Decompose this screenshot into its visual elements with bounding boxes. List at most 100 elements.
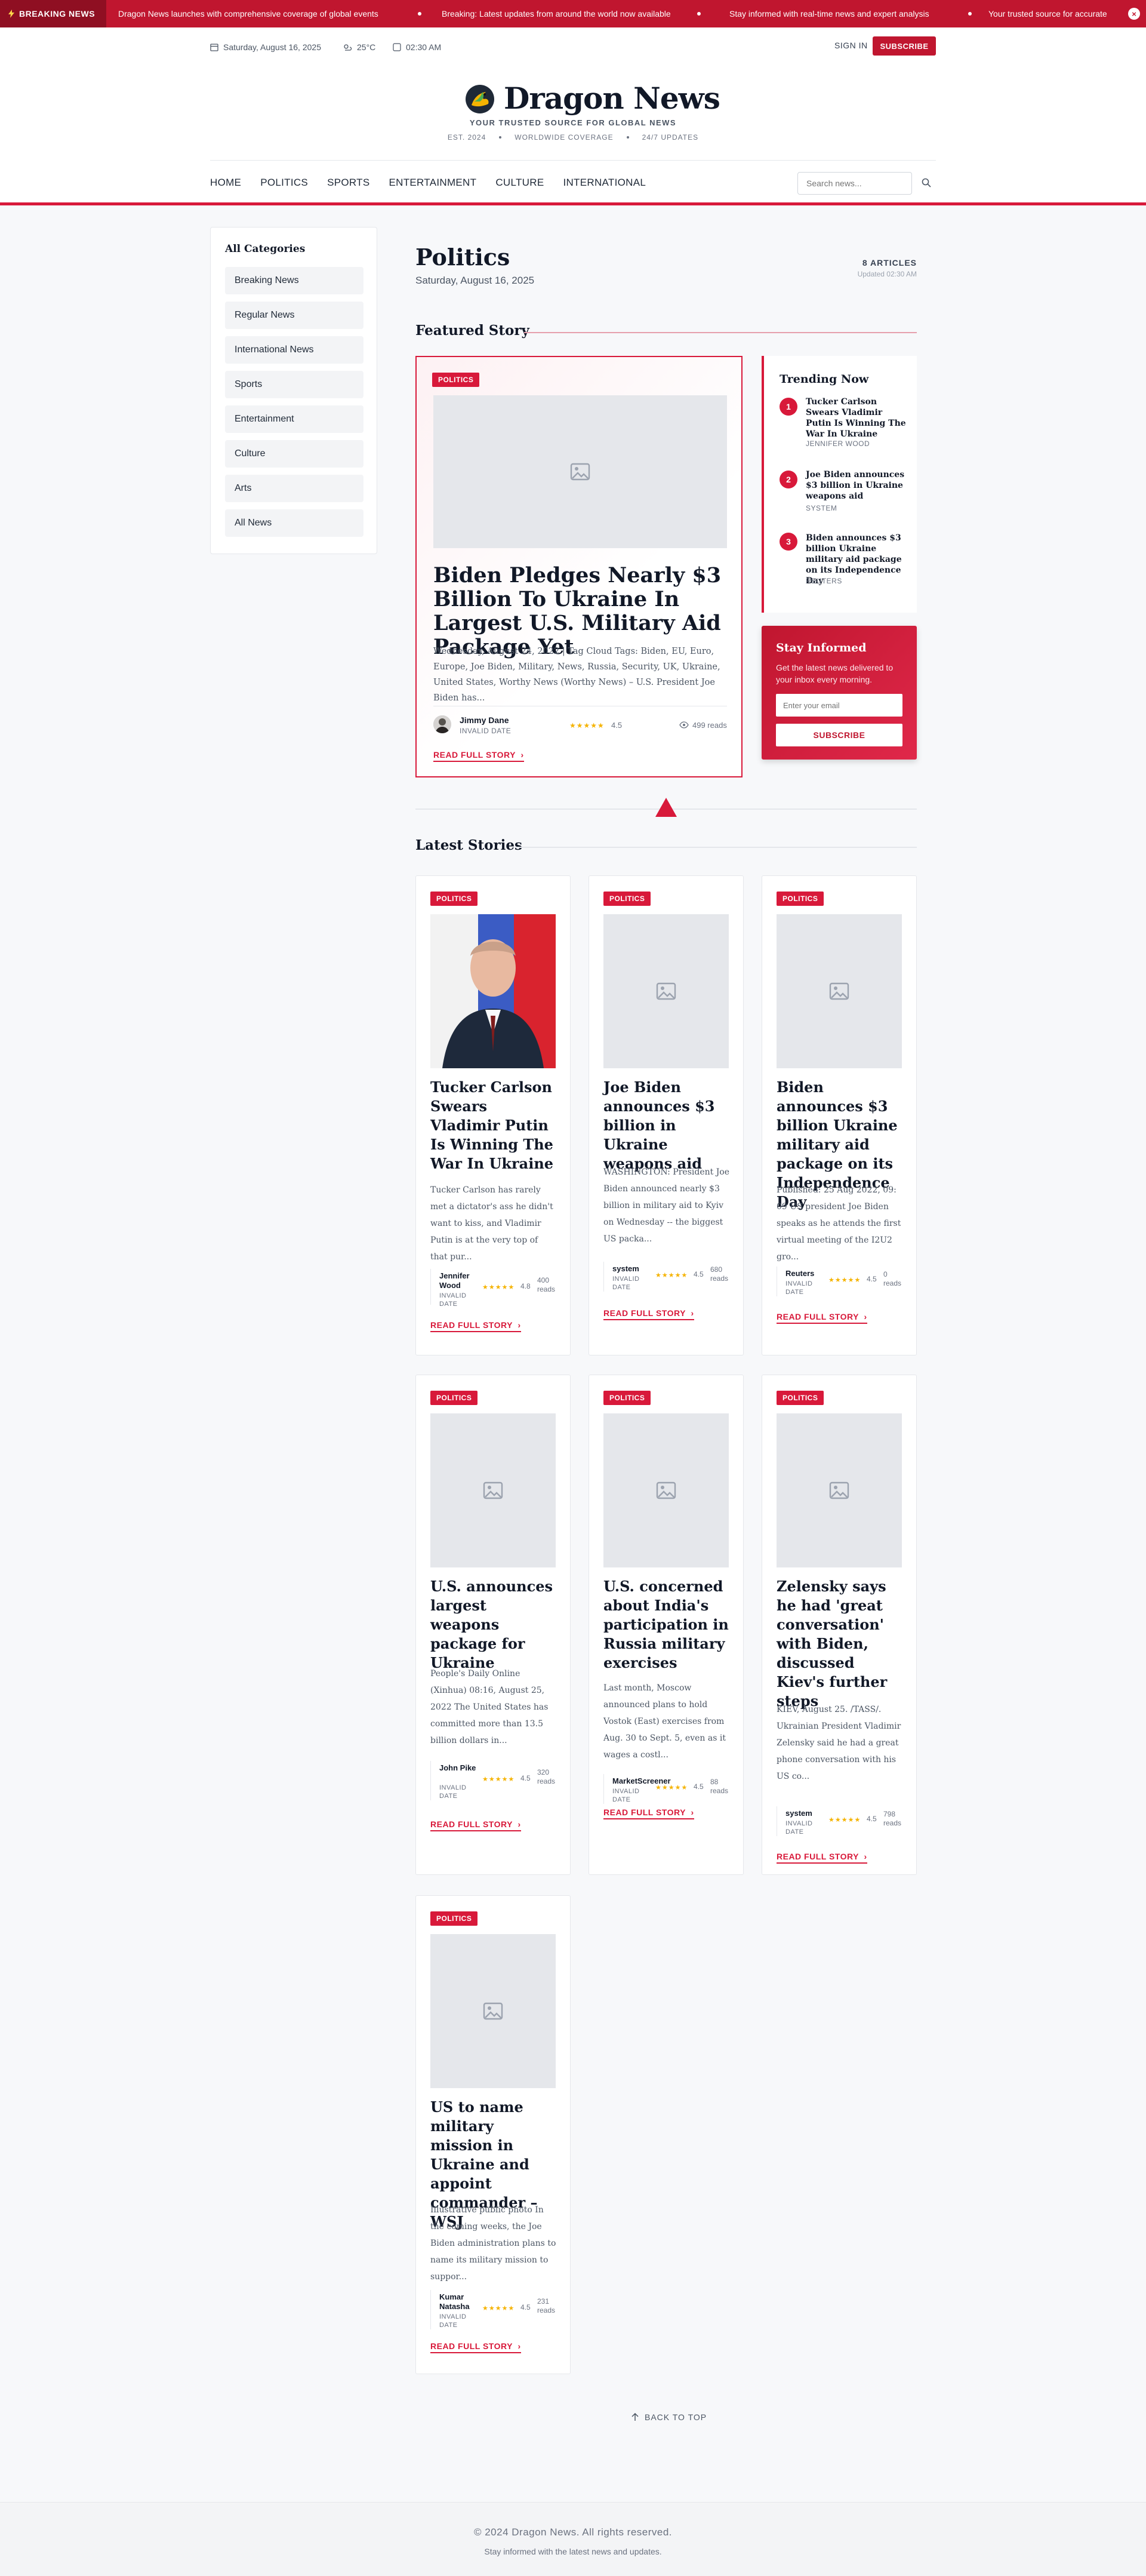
category-badge: POLITICS xyxy=(430,1911,478,1926)
read-full-story-link[interactable]: READ FULL STORY › xyxy=(430,2341,521,2353)
story-excerpt: Illustrative public photo In the coming … xyxy=(430,2205,556,2282)
story-title[interactable]: U.S. concerned about India's participati… xyxy=(603,1577,732,1673)
story-image[interactable] xyxy=(430,1413,556,1567)
read-full-story-link[interactable]: READ FULL STORY › xyxy=(430,1320,521,1332)
author-name[interactable]: Kumar Natasha xyxy=(439,2292,481,2311)
back-to-top-button[interactable]: BACK TO TOP xyxy=(631,2412,707,2422)
story-card[interactable]: POLITICS Zelensky says he had 'great conv… xyxy=(762,1375,917,1875)
trending-headline[interactable]: Joe Biden announces $3 billion in Ukrain… xyxy=(806,469,907,502)
sidebar-item-breaking-news[interactable]: Breaking News xyxy=(225,267,363,294)
breaking-item[interactable]: Your trusted source for accurate xyxy=(988,0,1107,27)
rating-value: 4.5 xyxy=(694,1270,704,1278)
featured-story[interactable]: POLITICS Biden Pledges Nearly $3 Billion… xyxy=(415,356,743,777)
image-icon xyxy=(482,1480,504,1501)
search-icon[interactable] xyxy=(922,178,931,187)
story-image[interactable] xyxy=(603,1413,729,1567)
sidebar-item-sports[interactable]: Sports xyxy=(225,371,363,398)
story-card[interactable]: POLITICS US to name military mission in U… xyxy=(415,1895,571,2374)
story-card[interactable]: POLITICS Tucker Carlson Swears Vladimir P… xyxy=(415,875,571,1355)
news-photo xyxy=(430,914,556,1068)
publish-date: INVALID DATE xyxy=(612,1275,640,1291)
publish-date: INVALID DATE xyxy=(785,1280,813,1296)
author-name[interactable]: system xyxy=(612,1264,654,1274)
image-icon xyxy=(828,1480,850,1501)
nav-item-home[interactable]: HOME xyxy=(210,177,241,189)
story-title[interactable]: Zelensky says he had 'great conversation… xyxy=(777,1577,905,1711)
close-icon[interactable]: × xyxy=(1128,8,1140,20)
author-name[interactable]: system xyxy=(785,1809,827,1818)
search-input[interactable] xyxy=(797,172,912,195)
breaking-item[interactable]: Stay informed with real-time news and ex… xyxy=(729,0,929,27)
category-badge: POLITICS xyxy=(603,1391,651,1405)
image-icon xyxy=(655,1480,677,1501)
story-title[interactable]: Tucker Carlson Swears Vladimir Putin Is … xyxy=(430,1078,559,1173)
author-name[interactable]: Jennifer Wood xyxy=(439,1271,481,1290)
story-card[interactable]: POLITICS Joe Biden announces $3 billion i… xyxy=(589,875,744,1355)
trending-panel: Trending Now 1 Tucker Carlson Swears Vla… xyxy=(762,356,917,613)
author-name[interactable]: John Pike xyxy=(439,1763,481,1773)
sidebar-title: All Categories xyxy=(225,243,306,255)
read-full-story-link[interactable]: READ FULL STORY › xyxy=(430,1819,521,1831)
story-image[interactable] xyxy=(430,914,556,1068)
separator-dot xyxy=(418,12,421,16)
nav-item-sports[interactable]: SPORTS xyxy=(327,177,369,189)
rating-value: 4.5 xyxy=(867,1815,877,1823)
read-count: 231 reads xyxy=(537,2297,556,2314)
sidebar-item-entertainment[interactable]: Entertainment xyxy=(225,405,363,433)
header-weather: 25°C xyxy=(343,41,375,54)
story-card[interactable]: POLITICS Biden announces $3 billion Ukrai… xyxy=(762,875,917,1355)
story-meta: John Pike INVALID DATE ★★★★★ 4.5 320 reads xyxy=(430,1761,559,1800)
star-rating: ★★★★★ xyxy=(655,1784,688,1791)
rating-value: 4.5 xyxy=(611,721,623,730)
rating-value: 4.5 xyxy=(694,1782,704,1791)
author-name[interactable]: MarketScreener xyxy=(612,1776,671,1786)
nav-item-international[interactable]: INTERNATIONAL xyxy=(563,177,646,189)
subscribe-button[interactable]: SUBSCRIBE xyxy=(873,36,936,56)
story-card[interactable]: POLITICS U.S. concerned about India's par… xyxy=(589,1375,744,1875)
nav-item-culture[interactable]: CULTURE xyxy=(495,177,544,189)
category-badge: POLITICS xyxy=(432,373,480,387)
trending-headline[interactable]: Tucker Carlson Swears Vladimir Putin Is … xyxy=(806,396,907,439)
nav-item-entertainment[interactable]: ENTERTAINMENT xyxy=(389,177,476,189)
story-card[interactable]: POLITICS U.S. announces largest weapons p… xyxy=(415,1375,571,1875)
arrow-right-icon: › xyxy=(861,1852,867,1861)
arrow-right-icon: › xyxy=(861,1312,867,1321)
sidebar-item-international-news[interactable]: International News xyxy=(225,336,363,364)
author-name[interactable]: Jimmy Dane xyxy=(460,715,509,725)
sidebar-item-arts[interactable]: Arts xyxy=(225,475,363,502)
sidebar-item-culture[interactable]: Culture xyxy=(225,440,363,468)
story-image[interactable] xyxy=(430,1934,556,2088)
story-meta: system INVALID DATE ★★★★★ 4.5 680 reads xyxy=(603,1262,732,1292)
sidebar-item-all-news[interactable]: All News xyxy=(225,509,363,537)
story-image[interactable] xyxy=(603,914,729,1068)
site-logo[interactable]: Dragon News xyxy=(463,80,720,116)
breaking-item[interactable]: Breaking: Latest updates from around the… xyxy=(442,0,671,27)
story-image[interactable] xyxy=(777,914,902,1068)
email-field[interactable] xyxy=(776,694,902,717)
newsletter-subscribe-button[interactable]: SUBSCRIBE xyxy=(776,724,902,746)
site-tagline: YOUR TRUSTED SOURCE FOR GLOBAL NEWS xyxy=(469,118,677,127)
read-full-story-link[interactable]: READ FULL STORY › xyxy=(777,1312,867,1324)
read-full-story-link[interactable]: READ FULL STORY › xyxy=(603,1308,694,1320)
nav-item-politics[interactable]: POLITICS xyxy=(260,177,308,189)
story-image[interactable] xyxy=(777,1413,902,1567)
main-nav: HOME POLITICS SPORTS ENTERTAINMENT CULTU… xyxy=(210,177,646,189)
divider xyxy=(515,847,917,848)
separator-dot xyxy=(968,12,972,16)
story-title[interactable]: U.S. announces largest weapons package f… xyxy=(430,1577,559,1673)
separator-dot xyxy=(499,136,502,139)
read-full-story-link[interactable]: READ FULL STORY › xyxy=(433,750,524,762)
story-excerpt: Tucker Carlson has rarely met a dictator… xyxy=(430,1185,553,1262)
read-full-story-link[interactable]: READ FULL STORY › xyxy=(603,1807,694,1819)
breaking-item[interactable]: Dragon News launches with comprehensive … xyxy=(118,0,378,27)
sign-in-link[interactable]: SIGN IN xyxy=(834,41,868,50)
arrow-up-icon xyxy=(631,2413,639,2421)
read-count: 320 reads xyxy=(537,1768,556,1785)
story-excerpt: Last month, Moscow announced plans to ho… xyxy=(603,1683,726,1760)
sidebar-item-regular-news[interactable]: Regular News xyxy=(225,302,363,329)
separator-dot xyxy=(626,136,629,139)
story-title[interactable]: Joe Biden announces $3 billion in Ukrain… xyxy=(603,1078,732,1173)
newsletter-text: Get the latest news delivered to your in… xyxy=(776,663,894,684)
author-name[interactable]: Reuters xyxy=(785,1269,827,1278)
read-full-story-link[interactable]: READ FULL STORY › xyxy=(777,1852,867,1864)
